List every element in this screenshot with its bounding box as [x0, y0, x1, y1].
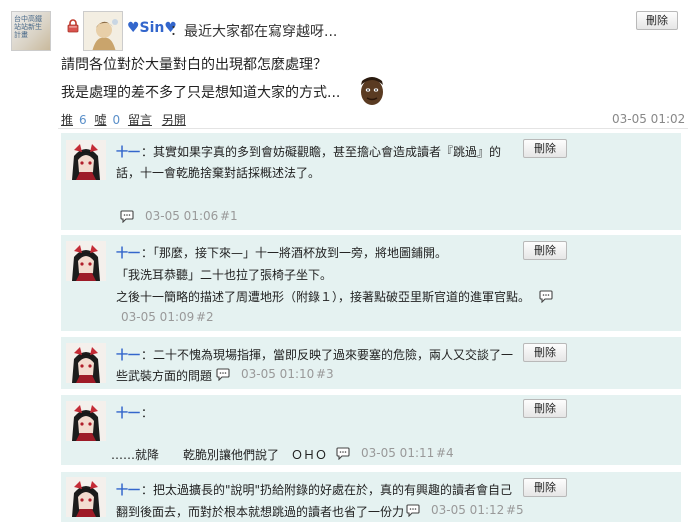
commenter-name[interactable]: 十一 — [116, 143, 140, 160]
commenter-avatar[interactable] — [66, 241, 106, 281]
group-avatar-text-3: 計畫 — [14, 31, 28, 39]
post-timestamp: 03-05 01:02 — [612, 112, 686, 126]
boo-count: 0 — [112, 113, 121, 127]
comment-floor-number: #3 — [316, 367, 334, 381]
post-body-line-2: 我是處理的差不多了只是想知道大家的方式... — [61, 85, 341, 101]
delete-comment-button[interactable]: 刪除 — [523, 399, 567, 418]
delete-comment-button[interactable]: 刪除 — [523, 241, 567, 260]
commenter-avatar[interactable] — [66, 343, 106, 383]
comment-timestamp: 03-05 01:11 — [361, 446, 435, 460]
lock-icon — [67, 19, 79, 33]
comment-floor-number: #4 — [436, 446, 454, 460]
comment-timestamp: 03-05 01:09 — [121, 310, 195, 324]
comment-floor-number: #2 — [196, 310, 214, 324]
speech-bubble-icon[interactable] — [336, 446, 350, 460]
comment-floor-number: #1 — [220, 209, 238, 223]
comment-text-line-2: 翻到後面去，而對於根本就想跳過的讀者也省了一份力 — [116, 505, 405, 519]
commenter-avatar[interactable] — [66, 140, 106, 180]
push-count: 6 — [79, 113, 87, 127]
commenter-avatar-illustration — [66, 241, 106, 281]
author-avatar[interactable] — [83, 11, 123, 51]
comment-text-line-2: 些武裝方面的問題 — [116, 369, 213, 383]
commenter-avatar-illustration — [66, 343, 106, 383]
commenter-avatar-illustration — [66, 140, 106, 180]
comment-timestamp: 03-05 01:06 — [145, 209, 219, 223]
group-avatar[interactable]: 台中高鐵 站站新生 計畫 — [11, 11, 51, 51]
speech-bubble-icon[interactable] — [216, 367, 230, 381]
push-link[interactable]: 推 — [61, 113, 73, 127]
delete-comment-button[interactable]: 刪除 — [523, 343, 567, 362]
title-colon: ： — [170, 23, 184, 39]
commenter-avatar-illustration — [66, 401, 106, 441]
emoticon-face-icon — [356, 75, 388, 107]
post-action-bar: 推6 噓0 留言 另開 — [61, 111, 186, 128]
comment-text-line-1: ：把太過擴長的"說明"扔給附錄的好處在於，真的有興趣的讀者會自己 — [141, 483, 513, 497]
post-body-line-1: 請問各位對於大量對白的出現都怎麼處理？ — [61, 57, 327, 73]
comment-floor-number: #5 — [506, 503, 524, 517]
author-avatar-illustration — [84, 12, 122, 50]
speech-bubble-icon[interactable] — [406, 503, 420, 517]
commenter-name[interactable]: 十一 — [116, 346, 140, 363]
comment-text-line-1: ： — [141, 406, 154, 420]
comment-timestamp: 03-05 01:12 — [431, 503, 505, 517]
comment-text-line-3: 之後十一簡略的描述了周遭地形（附錄１），接著點破亞里斯官道的進軍官點。 — [116, 290, 531, 304]
commenter-avatar-illustration — [66, 477, 106, 517]
comment-text-line-1: ：二十不愧為現場指揮，當即反映了過來要塞的危險，兩人又交談了一 — [141, 348, 514, 362]
speech-bubble-icon[interactable] — [539, 289, 553, 303]
reply-link[interactable]: 留言 — [128, 113, 152, 127]
comment-2: 十一 ：「那麼，接下來—」十一將酒杯放到一旁，將地圖鋪開。 「我洗耳恭聽」二十也… — [61, 235, 681, 331]
comment-text-line-2: ……就降 乾脆別讓他們說了 ＯＨＯ — [111, 448, 328, 462]
comment-text-line-1: ：其實如果字真的多到會妨礙觀瞻，甚至擔心會造成讀者『跳過』的 — [141, 145, 502, 159]
commenter-name[interactable]: 十一 — [116, 244, 140, 261]
comment-timestamp: 03-05 01:10 — [241, 367, 315, 381]
commenter-name[interactable]: 十一 — [116, 404, 140, 421]
post-title: 最近大家都在寫穿越呀... — [184, 24, 338, 40]
comment-5: 十一 ：把太過擴長的"說明"扔給附錄的好處在於，真的有興趣的讀者會自己 翻到後面… — [61, 472, 681, 522]
group-avatar-text-2: 站站新生 — [14, 23, 42, 31]
comment-1: 十一 ：其實如果字真的多到會妨礙觀瞻，甚至擔心會造成讀者『跳過』的 話，十一會乾… — [61, 133, 681, 230]
comment-3: 十一 ：二十不愧為現場指揮，當即反映了過來要塞的危險，兩人又交談了一 些武裝方面… — [61, 337, 681, 389]
divider — [58, 128, 688, 129]
comment-4: 十一 ： ……就降 乾脆別讓他們說了 ＯＨＯ 03-05 01:11 #4 刪除 — [61, 395, 681, 465]
commenter-avatar[interactable] — [66, 477, 106, 517]
comment-text-line-2: 話，十一會乾脆捨棄對話採概述法了。 — [116, 166, 321, 180]
delete-post-button[interactable]: 刪除 — [636, 11, 678, 30]
comment-text-line-1: ：「那麼，接下來—」十一將酒杯放到一旁，將地圖鋪開。 — [141, 246, 448, 260]
delete-comment-button[interactable]: 刪除 — [523, 139, 567, 158]
boo-link[interactable]: 噓 — [94, 113, 106, 127]
speech-bubble-icon[interactable] — [120, 209, 134, 223]
delete-comment-button[interactable]: 刪除 — [523, 478, 567, 497]
commenter-name[interactable]: 十一 — [116, 481, 140, 498]
group-avatar-text-1: 台中高鐵 — [14, 15, 42, 23]
commenter-avatar[interactable] — [66, 401, 106, 441]
open-new-link[interactable]: 另開 — [162, 113, 186, 127]
comment-text-line-2: 「我洗耳恭聽」二十也拉了張椅子坐下。 — [116, 268, 333, 282]
